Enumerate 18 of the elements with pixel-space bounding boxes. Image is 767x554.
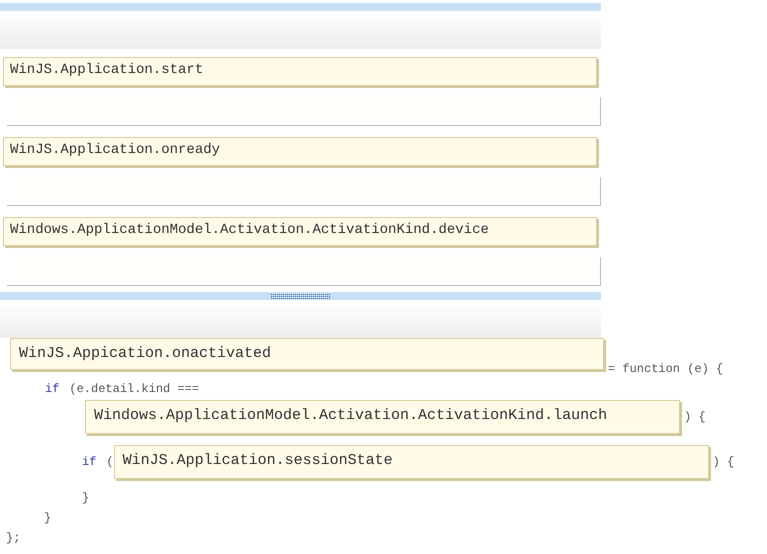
grip-icon — [270, 294, 330, 298]
code-text: ( — [106, 454, 114, 471]
answer-tile[interactable]: WinJS.Application.sessionState — [114, 445, 709, 479]
code-keyword: if — [82, 454, 96, 471]
code-text: }; — [6, 530, 20, 547]
code-text: } — [82, 490, 90, 507]
code-text: (e.detail.kind === — [69, 381, 200, 398]
splitter-bar[interactable] — [0, 292, 601, 300]
answer-tile[interactable]: Windows.ApplicationModel.Activation.ActivationKind.device — [3, 217, 597, 246]
code-keyword: if — [45, 381, 60, 398]
answer-tile[interactable]: WinJS.Application.onready — [3, 137, 597, 166]
code-text: ) { — [712, 454, 734, 471]
answer-tile[interactable]: Windows.ApplicationModel.Activation.ActivationKind.launch — [85, 400, 680, 434]
code-text: ) { — [684, 409, 706, 426]
code-text: } — [44, 510, 52, 527]
answer-tile[interactable]: WinJS.Appication.onactivated — [10, 338, 604, 370]
answer-tile[interactable]: WinJS.Application.start — [3, 57, 597, 86]
code-text: = function (e) { — [608, 361, 724, 378]
